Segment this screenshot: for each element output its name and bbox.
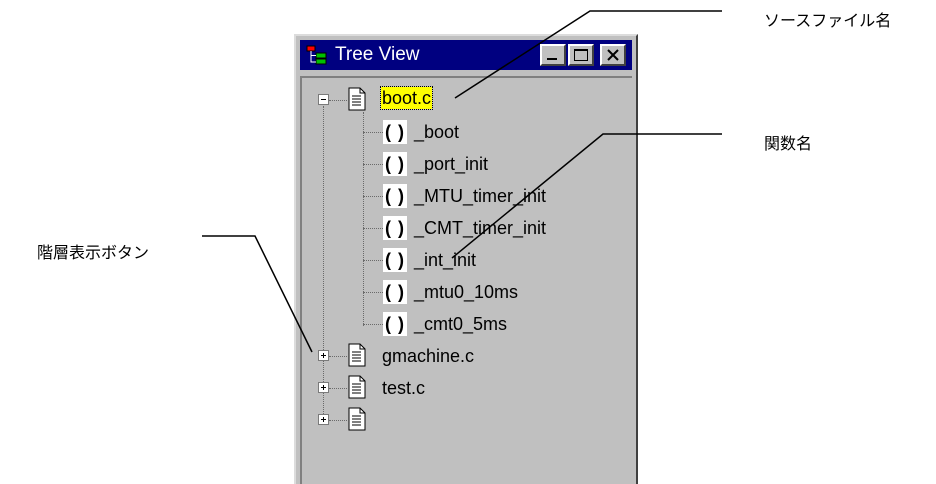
annotation-source-file-name: ソースファイル名 xyxy=(764,13,892,30)
callout-lines xyxy=(202,10,722,353)
callout-line-function xyxy=(451,133,722,259)
callout-line-hierarchy xyxy=(202,235,313,353)
annotation-hierarchy-button: 階層表示ボタン xyxy=(37,245,150,262)
callout-line-source-file xyxy=(454,10,722,99)
annotation-function-name: 関数名 xyxy=(764,136,813,153)
